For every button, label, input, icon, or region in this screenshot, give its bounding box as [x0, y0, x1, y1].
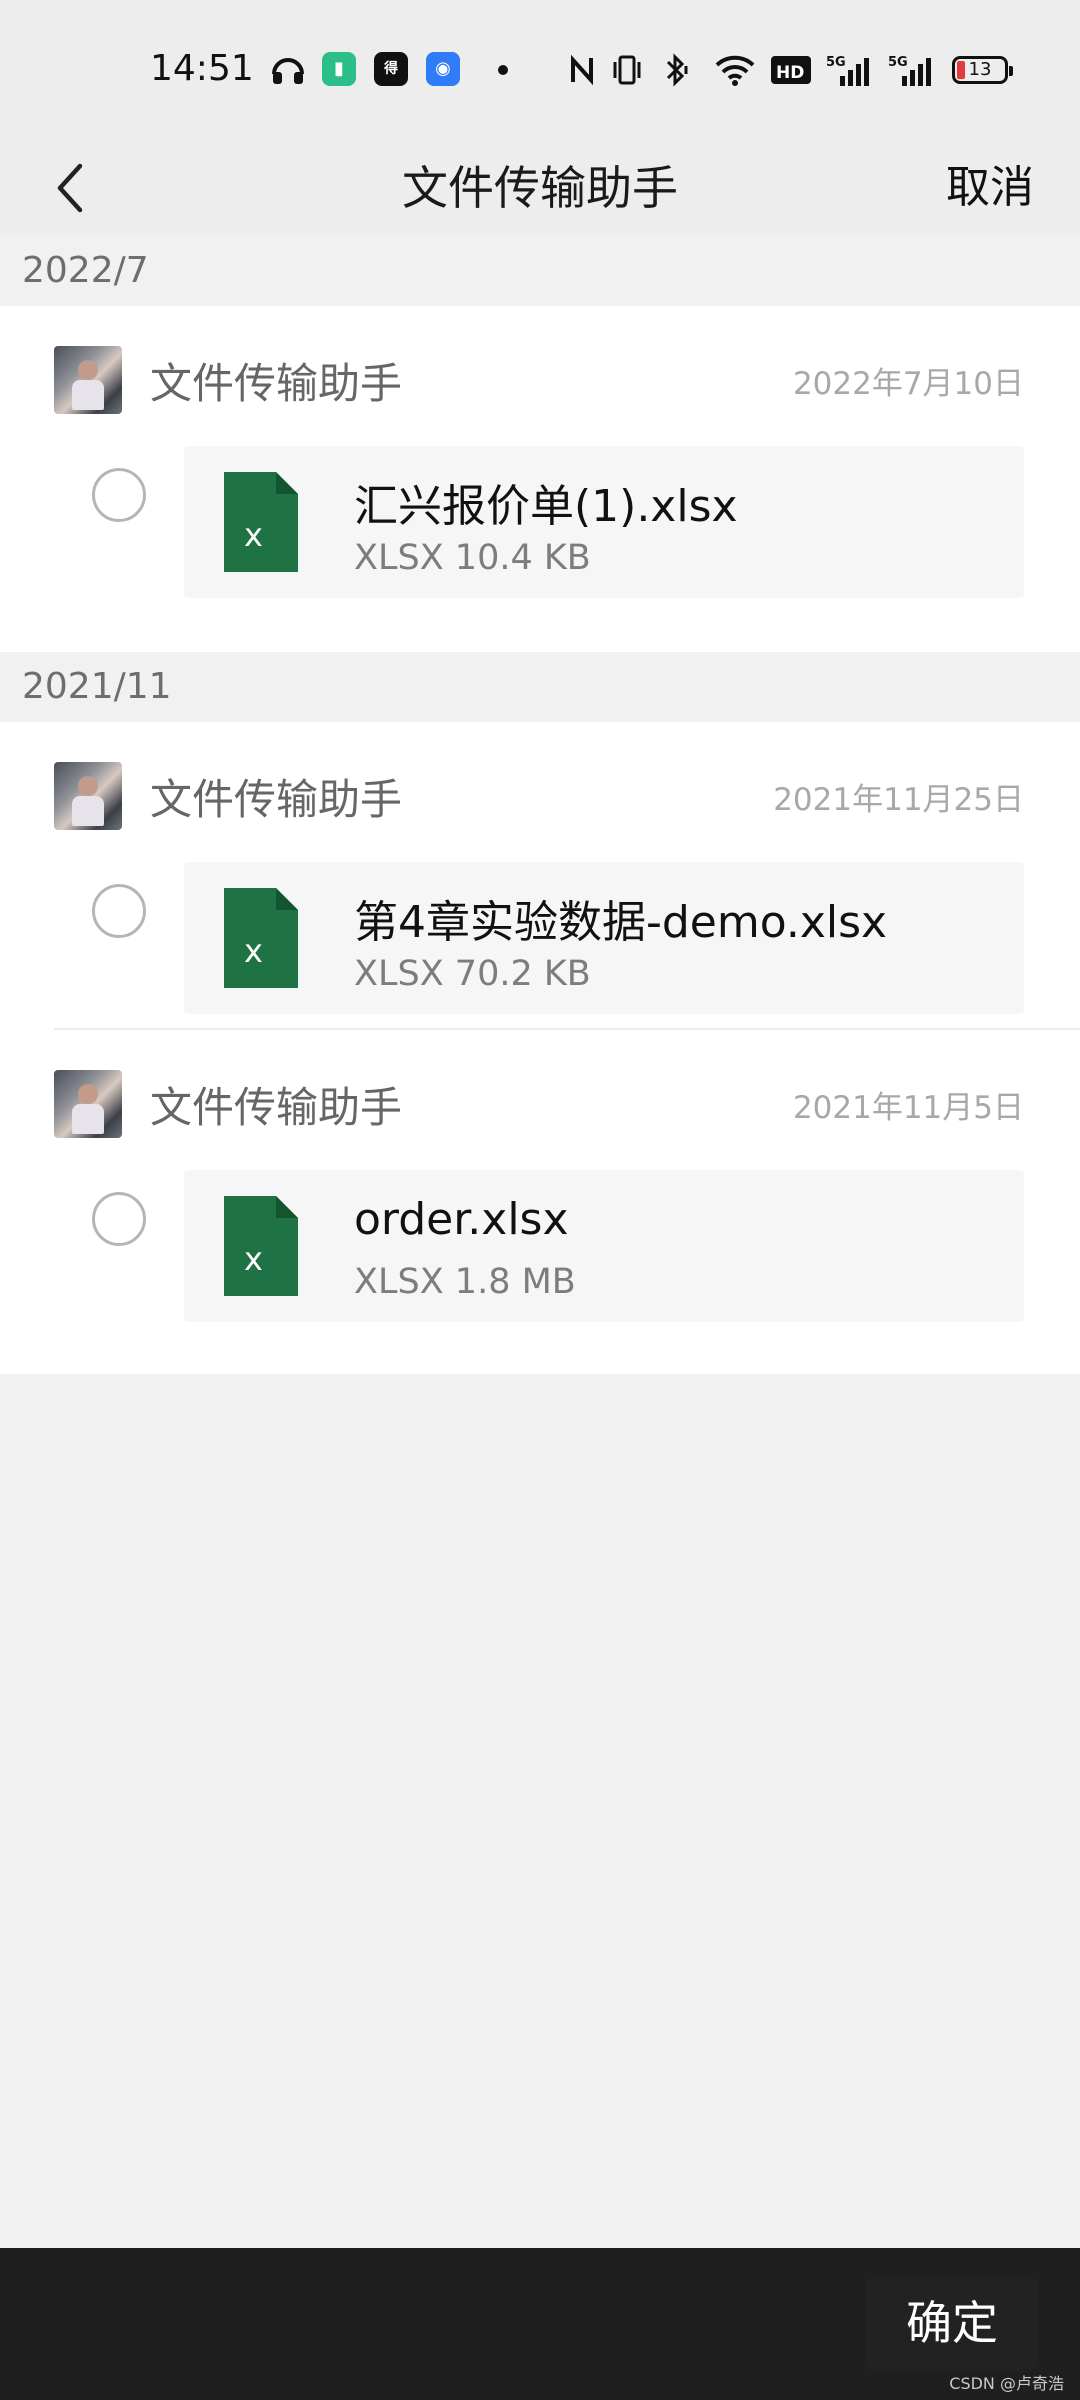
sender-name: 文件传输助手: [150, 775, 403, 824]
svg-text:5G: 5G: [888, 55, 908, 70]
page-title: 文件传输助手: [402, 161, 678, 215]
file-card[interactable]: x 汇兴报价单(1).xlsx XLSX 10.4 KB: [184, 446, 1024, 598]
watermark: CSDN @卢奇浩: [949, 2374, 1064, 2393]
file-meta: XLSX 70.2 KB: [354, 954, 591, 994]
signal-5g-icon: 5G: [888, 55, 931, 86]
avatar: [54, 762, 122, 830]
svg-text:x: x: [244, 516, 263, 554]
back-button[interactable]: [30, 140, 110, 236]
select-checkbox[interactable]: [92, 468, 146, 522]
confirm-button[interactable]: 确定: [866, 2276, 1038, 2370]
file-meta: XLSX 10.4 KB: [354, 538, 591, 578]
svg-text:x: x: [244, 932, 263, 970]
sender-name: 文件传输助手: [150, 1083, 403, 1132]
bluetooth-icon: [666, 53, 688, 87]
month-group-header: 2021/11: [0, 652, 1080, 722]
select-checkbox[interactable]: [92, 1192, 146, 1246]
status-time: 14:51: [150, 48, 254, 89]
headphones-icon: [272, 58, 304, 84]
wifi-icon: [715, 55, 755, 86]
svg-text:HD: HD: [776, 63, 804, 83]
vibrate-icon: [613, 55, 641, 85]
entry-date: 2021年11月25日: [773, 782, 1024, 818]
file-card[interactable]: x order.xlsx XLSX 1.8 MB: [184, 1170, 1024, 1322]
bottom-bar: 确定: [0, 2248, 1080, 2400]
file-name: 汇兴报价单(1).xlsx: [354, 481, 738, 532]
file-meta: XLSX 1.8 MB: [354, 1262, 576, 1302]
sender-name: 文件传输助手: [150, 359, 403, 408]
chevron-left-icon: [57, 163, 83, 213]
avatar: [54, 1070, 122, 1138]
excel-file-icon: x: [224, 472, 298, 572]
avatar: [54, 346, 122, 414]
hd-icon: HD: [771, 56, 811, 84]
excel-file-icon: x: [224, 888, 298, 988]
file-card[interactable]: x 第4章实验数据-demo.xlsx XLSX 70.2 KB: [184, 862, 1024, 1014]
month-group: 文件传输助手 2021年11月25日 x 第4章实验数据-demo.xlsx X…: [0, 722, 1080, 1374]
excel-file-icon: x: [224, 1196, 298, 1296]
cancel-button[interactable]: 取消: [946, 140, 1034, 236]
file-name: 第4章实验数据-demo.xlsx: [354, 897, 888, 948]
file-list: 2022/7 文件传输助手 2022年7月10日 x 汇兴报价单(1).xlsx…: [0, 236, 1080, 1374]
battery-icon: 13: [952, 56, 1013, 84]
battery-level: 13: [968, 59, 992, 80]
shield-app-icon: ◉: [426, 52, 460, 86]
app-icon: 得: [374, 52, 408, 86]
status-bar: 14:51 ▮ 得 ◉ HD 5G 5G 13: [0, 0, 1080, 140]
svg-text:x: x: [244, 1240, 263, 1278]
entry-date: 2021年11月5日: [792, 1090, 1024, 1126]
month-group-header: 2022/7: [0, 236, 1080, 306]
list-item[interactable]: 文件传输助手 2021年11月25日 x 第4章实验数据-demo.xlsx X…: [0, 722, 1080, 1028]
header: 文件传输助手 取消: [0, 140, 1080, 236]
dot-icon: [498, 65, 508, 75]
select-checkbox[interactable]: [92, 884, 146, 938]
list-item[interactable]: 文件传输助手 2021年11月5日 x order.xlsx XLSX 1.8 …: [54, 1028, 1080, 1334]
svg-text:5G: 5G: [826, 55, 846, 70]
nfc-icon: [571, 54, 593, 86]
signal-5g-icon: 5G: [826, 55, 869, 86]
entry-date: 2022年7月10日: [792, 366, 1024, 402]
list-item[interactable]: 文件传输助手 2022年7月10日 x 汇兴报价单(1).xlsx XLSX 1…: [0, 306, 1080, 612]
month-group: 文件传输助手 2022年7月10日 x 汇兴报价单(1).xlsx XLSX 1…: [0, 306, 1080, 652]
battery-app-icon: ▮: [322, 52, 356, 86]
file-name: order.xlsx: [354, 1194, 569, 1245]
